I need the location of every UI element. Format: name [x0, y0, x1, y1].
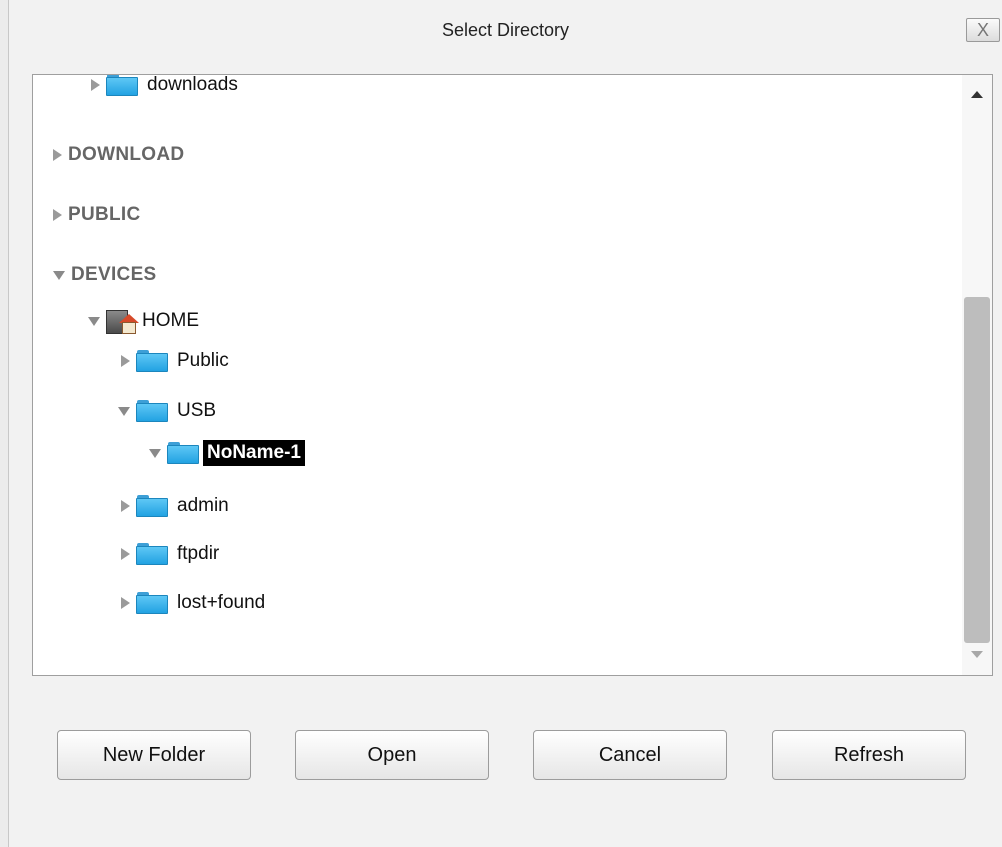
tree-item-usb[interactable]: USB	[118, 398, 216, 424]
tree-item-lost-found[interactable]: lost+found	[121, 590, 265, 616]
tree-item-downloads[interactable]: downloads	[91, 74, 238, 98]
collapse-arrow-icon[interactable]	[118, 406, 130, 416]
section-label: DOWNLOAD	[68, 144, 185, 165]
tree-item-label-selected: NoName-1	[203, 440, 305, 466]
expand-arrow-icon[interactable]	[53, 209, 62, 221]
left-window-edge	[0, 0, 9, 847]
folder-icon	[106, 75, 138, 96]
tree-item-admin[interactable]: admin	[121, 493, 229, 519]
expand-arrow-icon[interactable]	[121, 500, 130, 512]
section-public[interactable]: PUBLIC	[53, 202, 141, 228]
tree-item-label: downloads	[147, 74, 238, 95]
section-devices[interactable]: DEVICES	[53, 262, 157, 288]
section-label: DEVICES	[71, 264, 157, 285]
folder-icon	[136, 592, 168, 614]
new-folder-button[interactable]: New Folder	[57, 730, 251, 780]
vertical-scrollbar[interactable]	[962, 75, 992, 675]
scroll-up-arrow-icon[interactable]	[971, 91, 983, 98]
titlebar: Select Directory X	[9, 0, 1002, 58]
tree-item-ftpdir[interactable]: ftpdir	[121, 541, 219, 567]
scroll-down-arrow-icon[interactable]	[971, 651, 983, 658]
tree-item-home[interactable]: HOME	[88, 305, 199, 337]
expand-arrow-icon[interactable]	[91, 79, 100, 91]
tree-item-label: Public	[177, 350, 229, 371]
collapse-arrow-icon[interactable]	[53, 270, 65, 280]
directory-tree: downloads DOWNLOAD PUBLIC DEVICES HOME P…	[33, 75, 963, 675]
tree-item-label: admin	[177, 495, 229, 516]
tree-item-label: HOME	[142, 310, 199, 331]
close-icon: X	[976, 20, 989, 40]
dialog-title: Select Directory	[441, 20, 570, 40]
expand-arrow-icon[interactable]	[121, 548, 130, 560]
tree-item-noname-1[interactable]: NoName-1	[149, 437, 305, 469]
folder-icon	[167, 442, 199, 464]
refresh-button[interactable]: Refresh	[772, 730, 966, 780]
scroll-thumb[interactable]	[964, 297, 990, 643]
directory-tree-panel: downloads DOWNLOAD PUBLIC DEVICES HOME P…	[32, 74, 993, 676]
collapse-arrow-icon[interactable]	[88, 316, 100, 326]
cancel-button[interactable]: Cancel	[533, 730, 727, 780]
expand-arrow-icon[interactable]	[53, 149, 62, 161]
section-download[interactable]: DOWNLOAD	[53, 142, 184, 168]
home-drive-icon	[106, 306, 140, 336]
section-label: PUBLIC	[68, 204, 141, 225]
tree-item-label: ftpdir	[177, 543, 220, 564]
tree-item-label: lost+found	[177, 592, 266, 613]
open-button[interactable]: Open	[295, 730, 489, 780]
folder-icon	[136, 350, 168, 372]
folder-icon	[136, 495, 168, 517]
expand-arrow-icon[interactable]	[121, 355, 130, 367]
collapse-arrow-icon[interactable]	[149, 448, 161, 458]
expand-arrow-icon[interactable]	[121, 597, 130, 609]
tree-item-public[interactable]: Public	[121, 348, 229, 374]
folder-icon	[136, 543, 168, 565]
folder-icon	[136, 400, 168, 422]
tree-item-label: USB	[177, 400, 217, 421]
close-button[interactable]: X	[966, 18, 1000, 42]
